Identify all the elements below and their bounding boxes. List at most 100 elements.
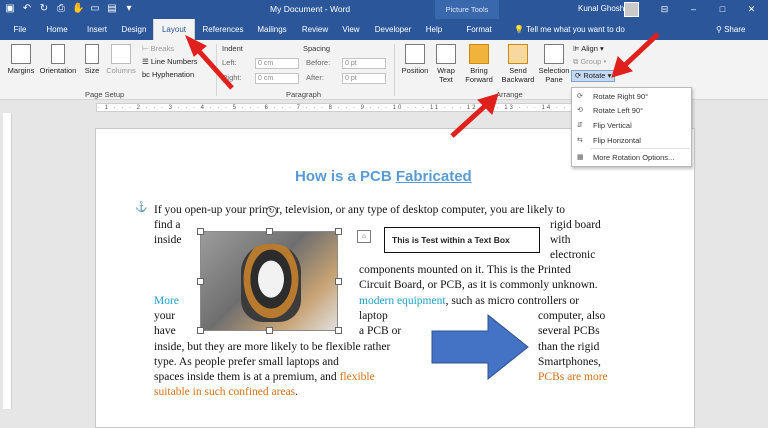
menu-item-flip-horizontal[interactable]: ⇆ Flip Horizontal	[572, 134, 691, 148]
body-line-1[interactable]: If you open-up your printer, television,…	[154, 203, 565, 218]
body-line-7[interactable]: modern equipment, such as micro controll…	[359, 294, 579, 309]
breaks-button[interactable]: ⊢ Breaks	[142, 44, 174, 54]
body-line-9c[interactable]: several PCBs	[538, 324, 600, 339]
indent-left-field[interactable]: 0 cm	[255, 58, 299, 69]
body-line-10a[interactable]: inside, but they are more likely to be f…	[154, 340, 390, 355]
resize-handle[interactable]	[197, 228, 204, 235]
group-button[interactable]: ⧉ Group ▾	[573, 57, 607, 67]
avatar[interactable]	[624, 2, 639, 17]
menu-item-rotate-right[interactable]: ⟳ Rotate Right 90°	[572, 90, 691, 104]
layout-options-icon[interactable]: ⌂	[357, 230, 371, 243]
share-button[interactable]: ⚲ Share	[716, 19, 745, 40]
selection-pane-button[interactable]: Selection Pane	[538, 44, 570, 84]
bring-forward-button[interactable]: Bring Forward	[460, 44, 498, 84]
tab-format[interactable]: Format	[462, 19, 496, 40]
body-line-8b[interactable]: laptop	[359, 309, 388, 324]
spacing-before-label: Before:	[306, 58, 331, 67]
margins-button[interactable]: Margins	[6, 44, 36, 75]
flip-horizontal-icon: ⇆	[577, 137, 583, 144]
tab-view[interactable]: View	[338, 19, 364, 40]
orientation-button[interactable]: Orientation	[36, 44, 80, 75]
tab-file[interactable]: File	[7, 19, 33, 40]
wrap-text-button[interactable]: Wrap Text	[432, 44, 460, 84]
indent-right-field[interactable]: 0 cm	[255, 73, 299, 84]
open-icon[interactable]: ▤	[106, 3, 118, 15]
spacing-label: Spacing	[303, 44, 331, 53]
new-document-icon[interactable]: ▭	[89, 3, 101, 15]
resize-handle[interactable]	[335, 278, 342, 285]
body-line-7a[interactable]: More	[154, 294, 179, 309]
size-button[interactable]: Size	[80, 44, 104, 75]
tab-home[interactable]: Home	[42, 19, 72, 40]
body-line-12[interactable]: spaces inside them is at a premium, and …	[154, 370, 375, 385]
tab-insert[interactable]: Insert	[82, 19, 112, 40]
bring-forward-label-2: Forward	[465, 75, 493, 84]
body-line-8c[interactable]: computer, also	[538, 309, 605, 324]
columns-button[interactable]: Columns	[104, 44, 138, 75]
body-line-10b[interactable]: than the rigid	[538, 340, 599, 355]
touch-mode-icon[interactable]: ✋	[72, 3, 84, 15]
document-heading[interactable]: How is a PCB Fabricated	[295, 168, 472, 185]
send-backward-button[interactable]: Send Backward	[498, 44, 538, 84]
cat-picture[interactable]	[200, 231, 338, 331]
menu-item-rotate-left[interactable]: ⟲ Rotate Left 90°	[572, 104, 691, 118]
body-line-9b[interactable]: a PCB or	[359, 324, 401, 339]
customize-qat-icon[interactable]: ▾	[123, 3, 135, 15]
text-box[interactable]: This is Test within a Text Box	[384, 227, 540, 253]
resize-handle[interactable]	[335, 228, 342, 235]
align-button[interactable]: ⊫ Align ▾	[573, 44, 604, 54]
tell-me-search[interactable]: 💡 Tell me what you want to do	[514, 19, 625, 40]
close-icon[interactable]: ✕	[737, 2, 766, 17]
body-line-13[interactable]: suitable in such confined areas.	[154, 385, 298, 400]
body-line-8a[interactable]: your	[154, 309, 175, 324]
menu-item-more-rotation-options[interactable]: ▦ More Rotation Options...	[572, 151, 691, 165]
resize-handle[interactable]	[197, 278, 204, 285]
tab-mailings[interactable]: Mailings	[253, 19, 291, 40]
menu-item-flip-vertical[interactable]: ⇵ Flip Vertical	[572, 119, 691, 133]
body-line-9a[interactable]: have	[154, 324, 176, 339]
undo-icon[interactable]: ↶	[21, 3, 33, 15]
minimize-icon[interactable]: –	[679, 2, 708, 17]
resize-handle[interactable]	[335, 327, 342, 334]
user-name[interactable]: Kunal Ghosh	[578, 4, 624, 13]
body-line-4[interactable]: electronic	[550, 248, 595, 263]
resize-handle[interactable]	[266, 327, 273, 334]
rotate-right-icon: ⟳	[577, 93, 583, 100]
spacing-before-field[interactable]: 0 pt	[342, 58, 386, 69]
tab-review[interactable]: Review	[298, 19, 332, 40]
redo-icon[interactable]: ↻	[38, 3, 50, 15]
tab-developer[interactable]: Developer	[370, 19, 416, 40]
body-line-5[interactable]: components mounted on it. This is the Pr…	[359, 263, 571, 278]
maximize-icon[interactable]: □	[708, 2, 737, 17]
body-line-11a[interactable]: type. As people prefer small laptops and	[154, 355, 339, 370]
right-arrow-shape[interactable]	[430, 313, 530, 381]
position-button[interactable]: Position	[398, 44, 432, 75]
body-line-2b[interactable]: rigid board	[550, 218, 601, 233]
rotate-button[interactable]: ⟳ Rotate ▾	[571, 70, 616, 82]
vertical-ruler[interactable]	[3, 113, 12, 409]
rotation-handle-icon[interactable]: ↻	[266, 206, 277, 217]
anchor-icon[interactable]: ⚓	[135, 202, 147, 213]
save-icon[interactable]: ▣	[4, 3, 16, 15]
tab-help[interactable]: Help	[422, 19, 446, 40]
body-line-12c[interactable]: PCBs are more	[538, 370, 608, 385]
tab-layout[interactable]: Layout	[153, 19, 195, 40]
tab-design[interactable]: Design	[117, 19, 151, 40]
margins-icon	[11, 44, 31, 64]
spacing-after-field[interactable]: 0 pt	[342, 73, 386, 84]
body-line-6[interactable]: Circuit Board, or PCB, as it is commonly…	[359, 278, 598, 293]
orientation-label: Orientation	[39, 66, 77, 75]
body-line-3a[interactable]: inside	[154, 233, 181, 248]
ribbon-options-icon[interactable]: ⊟	[650, 2, 679, 17]
body-line-11b[interactable]: Smartphones,	[538, 355, 601, 370]
hyphenation-button[interactable]: bc Hyphenation	[142, 70, 194, 80]
line-numbers-button[interactable]: ☰ Line Numbers	[142, 57, 198, 67]
body-line-3b[interactable]: with	[550, 233, 570, 248]
wrap-text-icon	[436, 44, 456, 64]
resize-handle[interactable]	[197, 327, 204, 334]
body-line-2a[interactable]: find a	[154, 218, 181, 233]
print-icon[interactable]: ⎙	[55, 3, 67, 15]
tab-references[interactable]: References	[199, 19, 247, 40]
resize-handle[interactable]	[266, 228, 273, 235]
link-modern-equipment[interactable]: modern equipment	[359, 295, 446, 307]
